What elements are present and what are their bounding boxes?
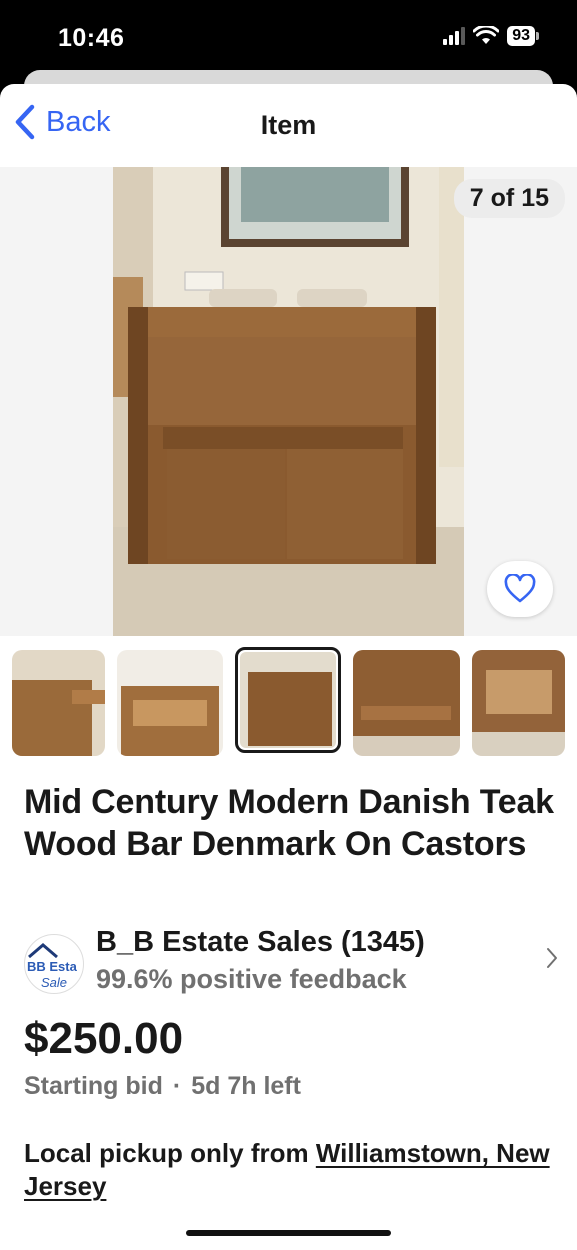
home-indicator bbox=[186, 1230, 391, 1236]
item-price: $250.00 bbox=[24, 1014, 184, 1063]
seller-feedback: 99.6% positive feedback bbox=[96, 964, 407, 994]
pickup-info: Local pickup only from Williamstown, New… bbox=[24, 1137, 554, 1203]
chevron-right-icon bbox=[547, 948, 557, 968]
image-gallery[interactable]: 7 of 15 bbox=[0, 167, 577, 636]
wifi-icon bbox=[473, 26, 500, 44]
seller-avatar: BB Esta Sale bbox=[24, 934, 84, 994]
thumbnail-2[interactable] bbox=[117, 650, 223, 756]
heart-icon bbox=[504, 574, 536, 603]
main-photo[interactable] bbox=[113, 167, 464, 636]
separator-dot: · bbox=[172, 1072, 182, 1100]
seller-logo-image: BB Esta Sale bbox=[27, 943, 78, 990]
thumbnail-strip bbox=[0, 647, 577, 757]
svg-text:Sale: Sale bbox=[41, 975, 67, 990]
thumbnail-5[interactable] bbox=[472, 650, 565, 756]
photo-counter: 7 of 15 bbox=[453, 179, 565, 218]
time-left: 5d 7h left bbox=[191, 1072, 301, 1100]
item-sheet: Back Item 7 of 15 Mid Century Modern Dan… bbox=[0, 84, 577, 1250]
cabinet-photo-image bbox=[113, 167, 464, 636]
battery-level: 93 bbox=[507, 26, 535, 46]
bid-type: Starting bid bbox=[24, 1072, 163, 1100]
watchlist-button[interactable] bbox=[487, 561, 553, 617]
thumbnail-1[interactable] bbox=[12, 650, 105, 756]
status-time: 10:46 bbox=[58, 24, 125, 52]
status-icons: 93 bbox=[443, 26, 539, 46]
thumbnail-4[interactable] bbox=[353, 650, 460, 756]
cellular-signal-icon bbox=[443, 27, 466, 45]
pickup-prefix: Local pickup only from bbox=[24, 1138, 316, 1168]
page-title: Item bbox=[260, 110, 317, 140]
status-bar: 10:46 93 bbox=[0, 0, 577, 70]
svg-text:BB Esta: BB Esta bbox=[27, 959, 78, 974]
seller-row[interactable]: BB Esta Sale B_B Estate Sales (1345) 99.… bbox=[24, 926, 559, 996]
seller-name: B_B Estate Sales (1345) bbox=[96, 926, 425, 958]
item-title: Mid Century Modern Danish Teak Wood Bar … bbox=[24, 783, 554, 863]
battery-icon: 93 bbox=[507, 26, 539, 46]
nav-bar: Back Item bbox=[0, 84, 577, 167]
thumbnail-3[interactable] bbox=[235, 647, 341, 753]
bid-info: Starting bid · 5d 7h left bbox=[24, 1072, 301, 1101]
